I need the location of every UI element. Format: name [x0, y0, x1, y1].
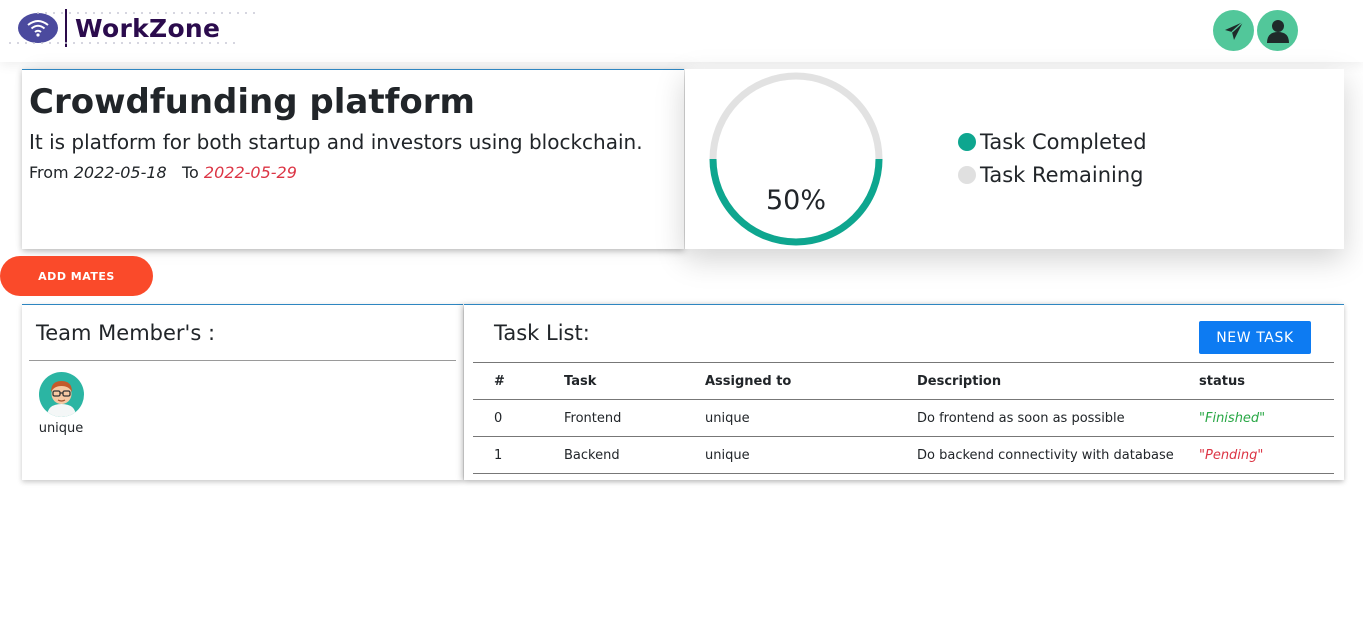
- column-header-number: #: [473, 362, 543, 400]
- column-header-description: Description: [896, 362, 1178, 400]
- legend-dot-completed: [958, 132, 976, 151]
- send-button[interactable]: [1213, 10, 1254, 51]
- task-list-card: Task List: NEW TASK # Task Assigned to D…: [464, 304, 1344, 480]
- avatar: [38, 372, 84, 417]
- table-header-row: # Task Assigned to Description status: [473, 362, 1334, 400]
- task-description: Do frontend as soon as possible: [896, 399, 1178, 437]
- task-number: 0: [473, 399, 543, 437]
- new-task-button[interactable]: NEW TASK: [1199, 321, 1311, 354]
- legend-label-remaining: Task Remaining: [980, 162, 1144, 187]
- progress-percent: 50%: [765, 185, 826, 216]
- table-row[interactable]: 0 Frontend unique Do frontend as soon as…: [473, 399, 1334, 437]
- logo-dots-decoration-top: [34, 12, 256, 14]
- progress-card: 50% Task Completed Task Remaining: [685, 69, 1344, 249]
- from-label: From: [29, 163, 69, 182]
- column-header-assigned: Assigned to: [684, 362, 896, 400]
- progress-ring: [709, 72, 883, 246]
- legend-label-completed: Task Completed: [980, 129, 1147, 154]
- task-number: 1: [473, 436, 543, 474]
- logo-dots-decoration: [6, 42, 238, 44]
- brand-name: WorkZone: [75, 13, 221, 43]
- task-assignee: unique: [684, 436, 896, 474]
- status-badge: "Finished": [1178, 399, 1334, 437]
- add-mates-button[interactable]: ADD MATES: [0, 256, 153, 296]
- task-list-title: Task List:: [494, 321, 590, 345]
- task-name: Frontend: [543, 399, 684, 437]
- table-row[interactable]: 1 Backend unique Do backend connectivity…: [473, 436, 1334, 474]
- divider: [29, 360, 456, 361]
- legend-item-remaining: Task Remaining: [958, 158, 1147, 191]
- member-name: unique: [38, 421, 84, 436]
- task-assignee: unique: [684, 399, 896, 437]
- wifi-icon: [18, 13, 58, 43]
- project-title: Crowdfunding platform: [29, 82, 475, 122]
- legend-item-completed: Task Completed: [958, 125, 1147, 158]
- team-members-card: Team Member's : unique: [22, 304, 463, 480]
- task-table: # Task Assigned to Description status 0 …: [473, 362, 1334, 474]
- status-badge: "Pending": [1178, 436, 1334, 474]
- top-navbar: WorkZone: [0, 0, 1363, 62]
- end-date: 2022-05-29: [203, 163, 297, 182]
- progress-legend: Task Completed Task Remaining: [958, 125, 1147, 191]
- profile-button[interactable]: [1257, 10, 1298, 51]
- column-header-status: status: [1178, 362, 1334, 400]
- legend-dot-remaining: [958, 165, 976, 184]
- project-dates: From 2022-05-18 To 2022-05-29: [29, 163, 297, 182]
- task-description: Do backend connectivity with database: [896, 436, 1178, 474]
- team-member[interactable]: unique: [36, 372, 86, 436]
- column-header-task: Task: [543, 362, 684, 400]
- team-title: Team Member's :: [36, 321, 216, 345]
- project-description: It is platform for both startup and inve…: [29, 130, 643, 154]
- to-label: To: [181, 163, 199, 182]
- user-icon: [1266, 19, 1289, 43]
- task-name: Backend: [543, 436, 684, 474]
- project-info-card: Crowdfunding platform It is platform for…: [22, 69, 684, 249]
- start-date: 2022-05-18: [73, 163, 167, 182]
- paper-plane-icon: [1224, 21, 1243, 40]
